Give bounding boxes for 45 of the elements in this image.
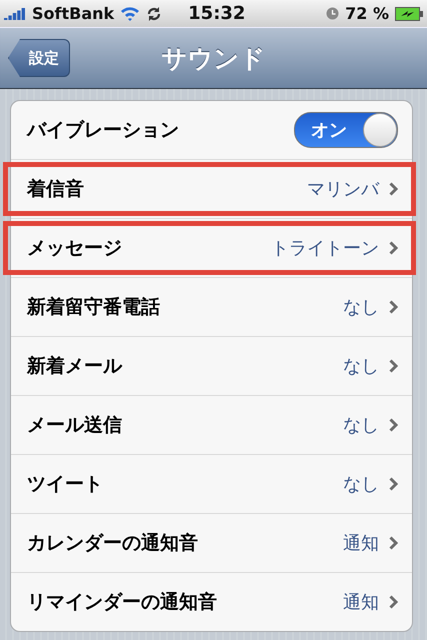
settings-row[interactable]: ツイート なし [11,454,412,513]
settings-row[interactable]: メッセージ トライトーン [11,218,412,277]
settings-row[interactable]: リマインダーの通知音 通知 [11,572,412,631]
row-value: マリンバ [307,178,379,201]
battery-percent: 72 % [345,4,389,23]
row-label: 着信音 [27,177,85,202]
settings-row[interactable]: 着信音 マリンバ [11,159,412,218]
settings-row[interactable]: 新着留守番電話 なし [11,277,412,336]
chevron-icon [389,418,398,432]
sync-icon [146,6,162,22]
row-value: なし [343,414,379,437]
row-label: 新着留守番電話 [27,295,161,320]
settings-row[interactable]: 新着メール なし [11,336,412,395]
settings-row[interactable]: カレンダーの通知音 通知 [11,513,412,572]
chevron-icon [389,241,398,255]
chevron-icon [389,595,398,609]
row-label: 新着メール [27,354,124,379]
signal-icon [4,8,26,20]
row-value: なし [343,473,379,496]
row-label: カレンダーの通知音 [27,531,199,556]
row-label: バイブレーション [27,118,180,143]
row-value: 通知 [343,591,379,614]
screen-title: サウンド [162,42,266,74]
toggle-switch[interactable]: オン [294,112,398,148]
battery-icon [395,6,423,20]
chevron-icon [389,477,398,491]
row-value: トライトーン [271,237,379,260]
chevron-icon [389,182,398,196]
row-value: なし [343,355,379,378]
chevron-icon [389,359,398,373]
row-label: メール送信 [27,413,123,438]
back-button[interactable]: 設定 [8,39,70,77]
row-value: なし [343,296,379,319]
settings-row[interactable]: バイブレーション オン [11,101,412,159]
row-label: リマインダーの通知音 [27,590,218,615]
chevron-icon [389,300,398,314]
alarm-icon [326,7,340,20]
row-label: メッセージ [27,236,123,261]
row-label: ツイート [27,472,104,497]
settings-row[interactable]: メール送信 なし [11,395,412,454]
row-value: 通知 [343,532,379,555]
wifi-icon [120,6,140,21]
chevron-icon [389,536,398,550]
carrier-name: SoftBank [32,4,114,23]
clock-time: 15:32 [188,3,246,24]
